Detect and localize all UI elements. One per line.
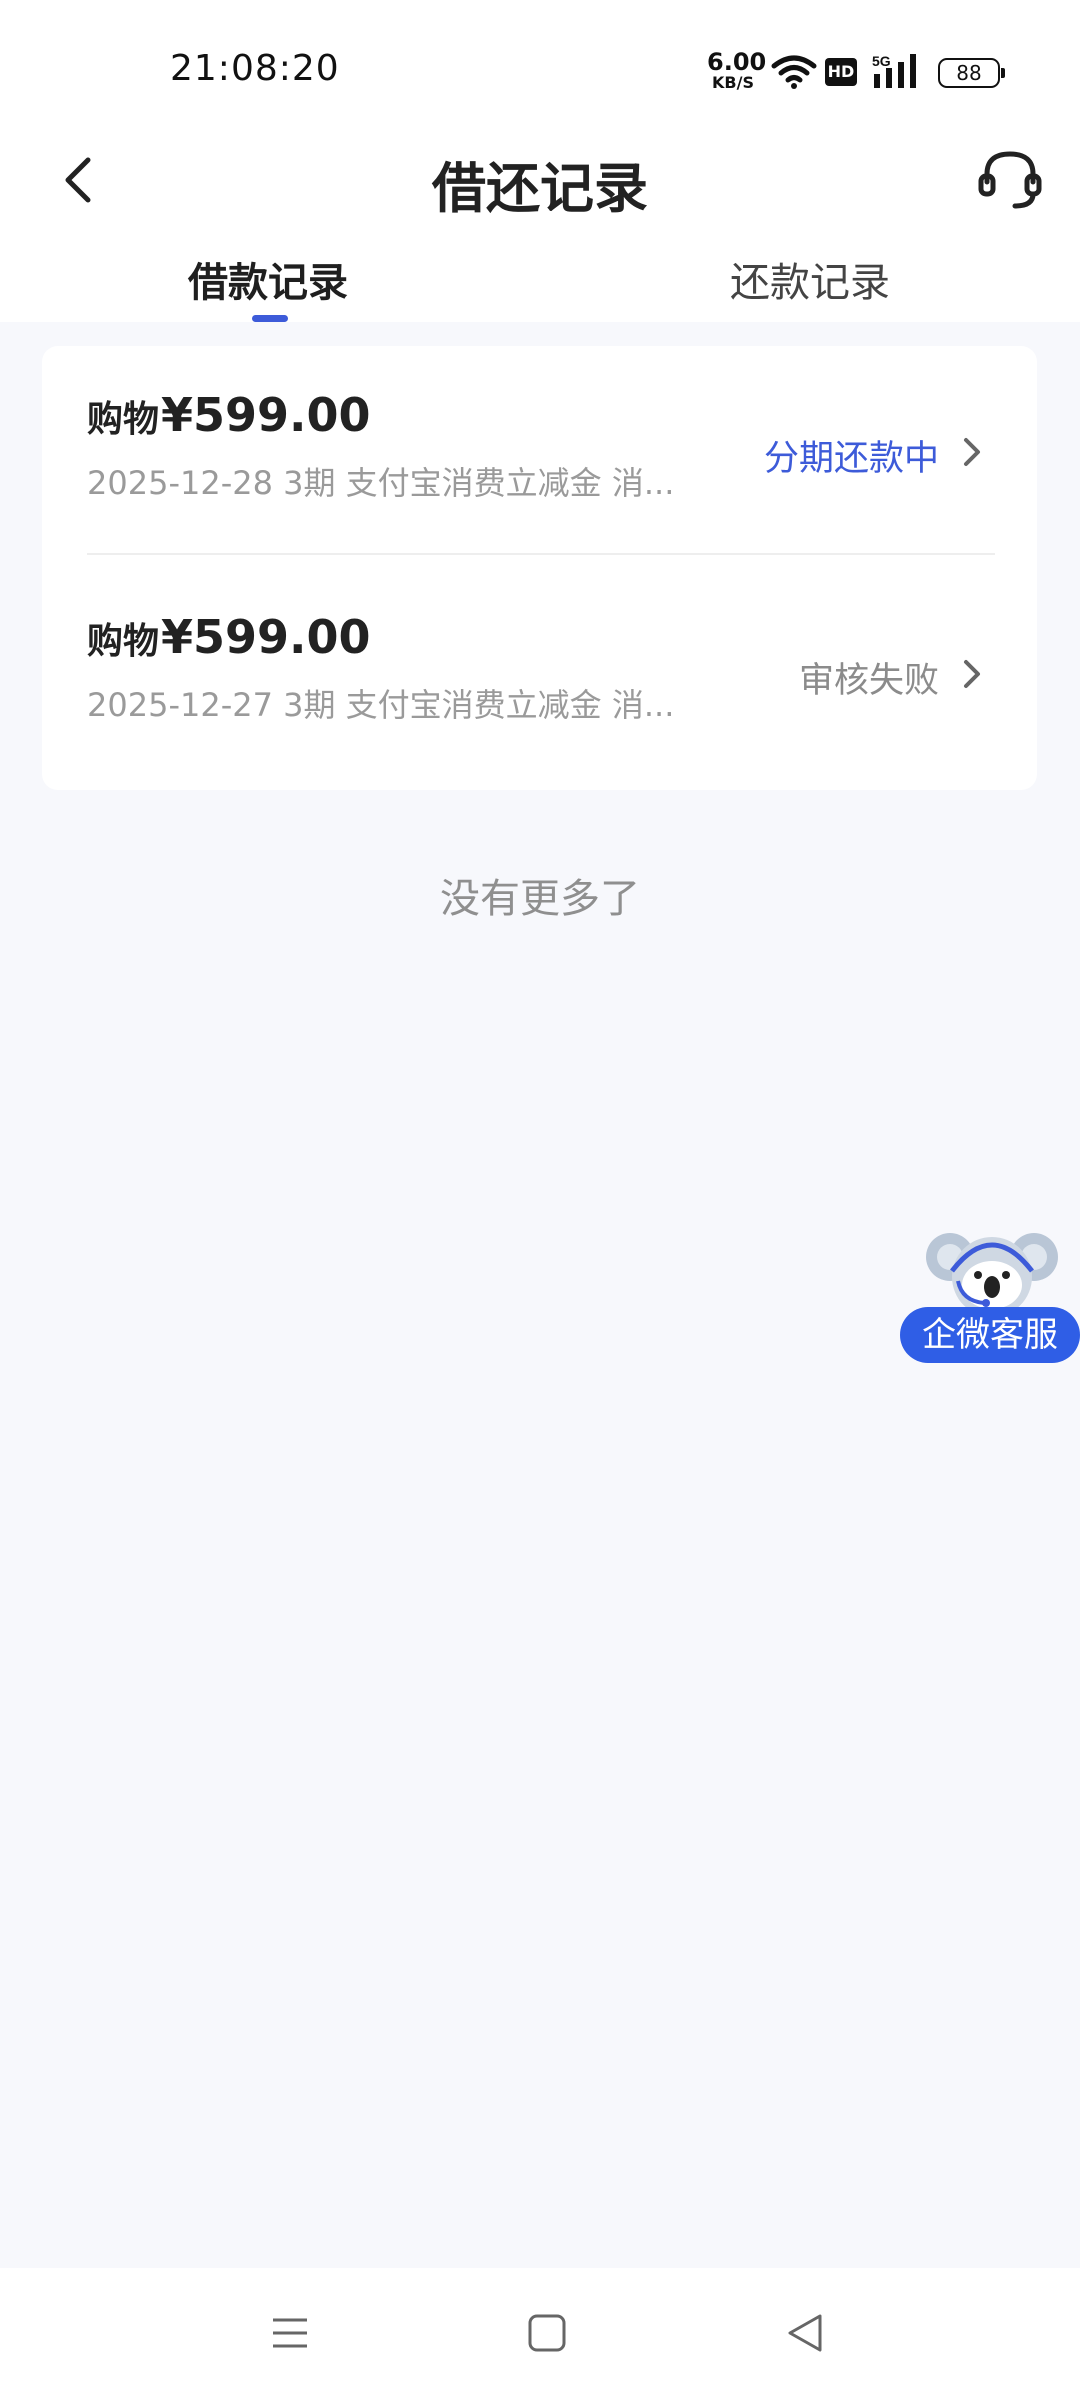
record-item[interactable]: 购物 ¥599.00 2025-12-28 3期 支付宝消费立减金 消... 分… bbox=[42, 346, 1037, 568]
record-label: 购物 bbox=[87, 399, 160, 440]
records-card: 购物 ¥599.00 2025-12-28 3期 支付宝消费立减金 消... 分… bbox=[42, 346, 1037, 790]
network-speed-value: 6.00 bbox=[707, 48, 767, 76]
tab-repay-records[interactable]: 还款记录 bbox=[730, 250, 890, 308]
page-header: 借还记录 bbox=[0, 130, 1080, 226]
headset-icon[interactable] bbox=[975, 144, 1045, 214]
floating-service-label: 企微客服 bbox=[900, 1307, 1080, 1363]
chevron-right-icon bbox=[964, 660, 980, 688]
record-subtitle: 2025-12-27 3期 支付宝消费立减金 消... bbox=[87, 686, 675, 724]
chevron-right-icon bbox=[964, 438, 980, 466]
record-subtitle: 2025-12-28 3期 支付宝消费立减金 消... bbox=[87, 464, 675, 502]
home-square-icon[interactable] bbox=[522, 2308, 572, 2358]
record-amount: ¥599.00 bbox=[161, 610, 371, 664]
list-end-text: 没有更多了 bbox=[440, 876, 640, 922]
network-speed-unit: KB/S bbox=[712, 73, 754, 92]
tab-active-indicator bbox=[252, 315, 288, 322]
top-area: 21:08:20 6.00 KB/S HD 5G 88 借还记录 借款记录 还款… bbox=[0, 0, 1080, 322]
record-status: 审核失败 bbox=[798, 661, 939, 701]
record-tabs: 借款记录 还款记录 bbox=[0, 250, 1080, 322]
record-status: 分期还款中 bbox=[763, 439, 939, 479]
record-item[interactable]: 购物 ¥599.00 2025-12-27 3期 支付宝消费立减金 消... 审… bbox=[42, 568, 1037, 790]
signal-5g-icon: 5G bbox=[872, 53, 916, 88]
divider bbox=[87, 553, 995, 555]
menu-icon[interactable] bbox=[265, 2308, 315, 2358]
hd-icon: HD bbox=[825, 58, 857, 86]
record-title: 购物 ¥599.00 bbox=[87, 610, 371, 664]
record-label: 购物 bbox=[87, 621, 160, 662]
record-amount: ¥599.00 bbox=[161, 388, 371, 442]
floating-service-button[interactable]: 企微客服 bbox=[900, 1215, 1080, 1365]
battery-indicator: 88 bbox=[938, 58, 1005, 88]
back-triangle-icon[interactable] bbox=[780, 2308, 830, 2358]
network-speed: 6.00 KB/S bbox=[707, 48, 767, 92]
signal-label: 5G bbox=[872, 53, 891, 69]
status-time: 21:08:20 bbox=[170, 48, 340, 89]
status-bar: 21:08:20 6.00 KB/S HD 5G 88 bbox=[0, 0, 1080, 140]
system-navbar bbox=[0, 2268, 1080, 2400]
record-title: 购物 ¥599.00 bbox=[87, 388, 371, 442]
page-title: 借还记录 bbox=[432, 157, 648, 220]
tab-borrow-records[interactable]: 借款记录 bbox=[188, 250, 348, 308]
wifi-icon bbox=[771, 55, 817, 89]
